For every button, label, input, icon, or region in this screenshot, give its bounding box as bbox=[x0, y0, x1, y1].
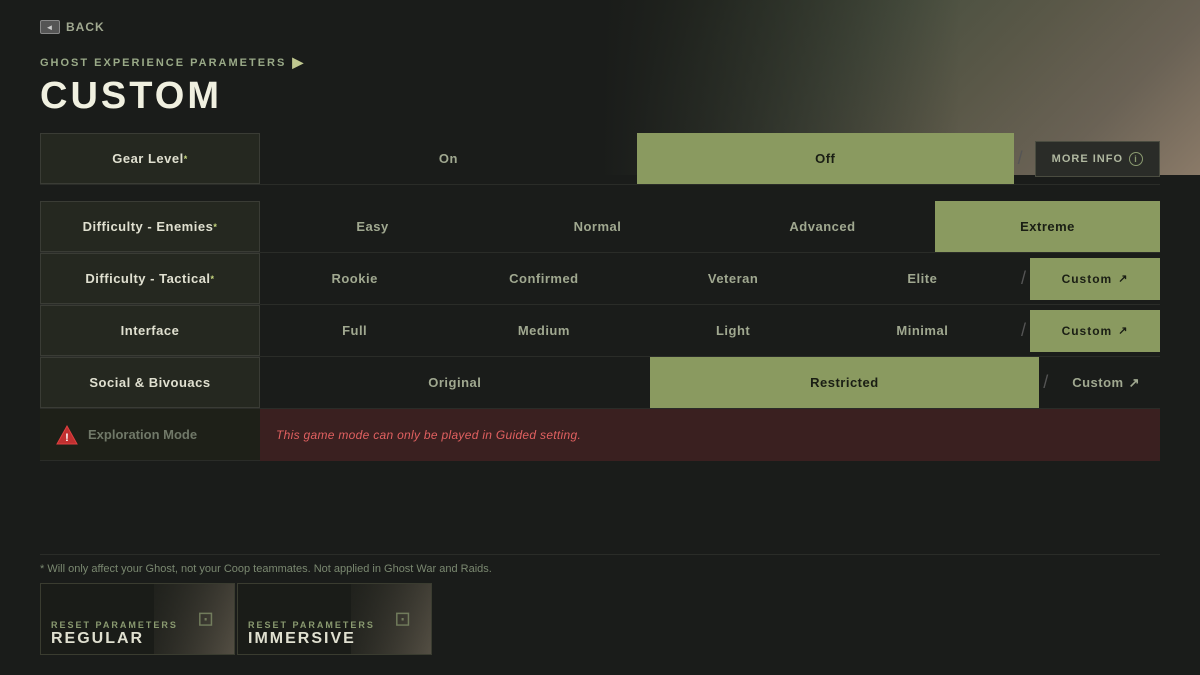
more-info-button[interactable]: MORE INFO i bbox=[1035, 141, 1160, 177]
difficulty-tactical-elite-button[interactable]: Elite bbox=[828, 253, 1017, 304]
preset-immersive-card[interactable]: ⊡ RESET PARAMETERS IMMERSIVE bbox=[237, 583, 432, 655]
back-button[interactable]: ◄ BACK bbox=[40, 20, 1160, 34]
social-bivouacs-options: Original Restricted / Custom ↗ bbox=[260, 357, 1160, 408]
page-title: CUSTOM bbox=[40, 75, 1160, 118]
difficulty-tactical-options: Rookie Confirmed Veteran Elite / Custom … bbox=[260, 253, 1160, 304]
divider: / bbox=[1014, 148, 1027, 169]
exploration-mode-label: Exploration Mode bbox=[88, 427, 197, 442]
gear-level-off-button[interactable]: Off bbox=[637, 133, 1014, 184]
social-bivouacs-row: Social & Bivouacs Original Restricted / … bbox=[40, 357, 1160, 409]
preset-regular-small-label: RESET PARAMETERS bbox=[51, 620, 224, 630]
preset-immersive-large-label: IMMERSIVE bbox=[248, 630, 421, 648]
title-area: GHOST EXPERIENCE PARAMETERS ▶ CUSTOM bbox=[40, 54, 1160, 118]
divider: / bbox=[1039, 372, 1052, 393]
interface-options: Full Medium Light Minimal / Custom ↗ bbox=[260, 305, 1160, 356]
difficulty-tactical-label: Difficulty - Tactical* bbox=[40, 253, 260, 304]
divider: / bbox=[1017, 268, 1030, 289]
presets-bar: ⊡ RESET PARAMETERS REGULAR ⊡ RESET PARAM… bbox=[40, 583, 1160, 655]
interface-minimal-button[interactable]: Minimal bbox=[828, 305, 1017, 356]
exploration-mode-row: ! Exploration Mode This game mode can on… bbox=[40, 409, 1160, 461]
interface-custom-button[interactable]: Custom ↗ bbox=[1030, 310, 1160, 352]
preset-immersive-small-label: RESET PARAMETERS bbox=[248, 620, 421, 630]
back-icon: ◄ bbox=[40, 20, 60, 34]
difficulty-enemies-advanced-button[interactable]: Advanced bbox=[710, 201, 935, 252]
difficulty-enemies-easy-button[interactable]: Easy bbox=[260, 201, 485, 252]
interface-row: Interface Full Medium Light Minimal / Cu… bbox=[40, 305, 1160, 357]
difficulty-enemies-row: Difficulty - Enemies* Easy Normal Advanc… bbox=[40, 201, 1160, 253]
gear-level-options: On Off / MORE INFO i bbox=[260, 133, 1160, 184]
interface-full-button[interactable]: Full bbox=[260, 305, 449, 356]
footnote: * Will only affect your Ghost, not your … bbox=[40, 554, 1160, 583]
divider: / bbox=[1017, 320, 1030, 341]
social-bivouacs-restricted-button[interactable]: Restricted bbox=[650, 357, 1040, 408]
subtitle: GHOST EXPERIENCE PARAMETERS ▶ bbox=[40, 54, 1160, 71]
arrow-icon: ▶ bbox=[292, 54, 305, 71]
gear-level-label: Gear Level* bbox=[40, 133, 260, 184]
interface-light-button[interactable]: Light bbox=[639, 305, 828, 356]
difficulty-tactical-row: Difficulty - Tactical* Rookie Confirmed … bbox=[40, 253, 1160, 305]
back-label: BACK bbox=[66, 20, 105, 34]
settings-container: Gear Level* On Off / MORE INFO i Difficu… bbox=[40, 133, 1160, 554]
social-bivouacs-custom-button[interactable]: Custom ↗ bbox=[1052, 357, 1160, 408]
difficulty-enemies-extreme-button[interactable]: Extreme bbox=[935, 201, 1160, 252]
social-bivouacs-label: Social & Bivouacs bbox=[40, 357, 260, 408]
preset-regular-card[interactable]: ⊡ RESET PARAMETERS REGULAR bbox=[40, 583, 235, 655]
external-link-icon: ↗ bbox=[1118, 272, 1128, 285]
difficulty-enemies-label: Difficulty - Enemies* bbox=[40, 201, 260, 252]
social-bivouacs-original-button[interactable]: Original bbox=[260, 357, 650, 408]
gear-level-on-button[interactable]: On bbox=[260, 133, 637, 184]
difficulty-enemies-normal-button[interactable]: Normal bbox=[485, 201, 710, 252]
external-link-icon: ↗ bbox=[1118, 324, 1128, 337]
difficulty-tactical-custom-button[interactable]: Custom ↗ bbox=[1030, 258, 1160, 300]
difficulty-enemies-options: Easy Normal Advanced Extreme bbox=[260, 201, 1160, 252]
preset-regular-large-label: REGULAR bbox=[51, 630, 224, 648]
difficulty-tactical-rookie-button[interactable]: Rookie bbox=[260, 253, 449, 304]
exploration-label: ! Exploration Mode bbox=[40, 409, 260, 461]
external-link-icon: ↗ bbox=[1129, 375, 1140, 391]
svg-text:!: ! bbox=[65, 432, 69, 444]
interface-medium-button[interactable]: Medium bbox=[449, 305, 638, 356]
difficulty-tactical-confirmed-button[interactable]: Confirmed bbox=[449, 253, 638, 304]
exploration-warning: This game mode can only be played in Gui… bbox=[260, 409, 1160, 461]
info-icon: i bbox=[1129, 152, 1143, 166]
spacer bbox=[40, 185, 1160, 201]
gear-level-row: Gear Level* On Off / MORE INFO i bbox=[40, 133, 1160, 185]
interface-label: Interface bbox=[40, 305, 260, 356]
warning-triangle-icon: ! bbox=[56, 424, 78, 446]
difficulty-tactical-veteran-button[interactable]: Veteran bbox=[639, 253, 828, 304]
